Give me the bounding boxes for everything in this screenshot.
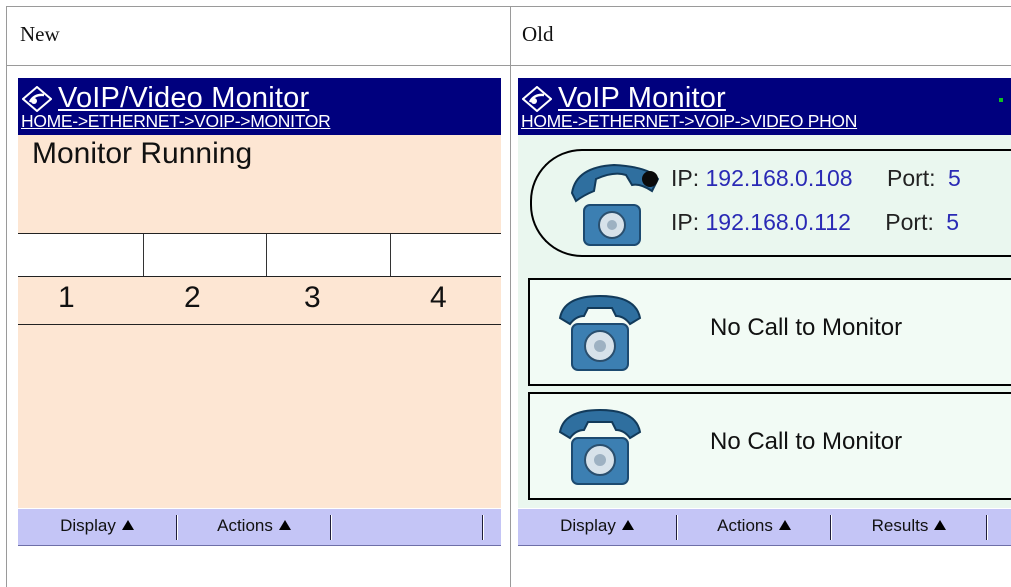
actions-menu-label: Actions [217,516,273,535]
display-menu-label: Display [60,516,116,535]
call-endpoint-2: IP: 192.168.0.112 Port: 5 [671,209,959,236]
actions-menu-label: Actions [717,516,773,535]
ip-label: IP: [671,209,700,235]
active-call-panel[interactable]: IP: 192.168.0.108 Port: 5 IP: 192.168.0.… [530,149,1011,257]
up-triangle-icon [621,520,634,530]
call-endpoint-1: IP: 192.168.0.108 Port: 5 [671,165,961,192]
menu-separator [176,515,177,540]
up-triangle-icon [934,520,947,530]
menu-separator [676,515,677,540]
channel-numbers: 1 2 3 4 [18,281,501,325]
channel-1-label: 1 [58,281,75,314]
phone-icon [558,294,642,371]
breadcrumb[interactable]: HOME->ETHERNET->VOIP->MONITOR [21,111,331,132]
monitor-status: Monitor Running [32,137,253,170]
table-border-top [6,6,1011,7]
up-triangle-icon [121,520,134,530]
title-bar: VoIP/Video Monitor HOME->ETHERNET->VOIP-… [18,78,501,135]
breadcrumb[interactable]: HOME->ETHERNET->VOIP->VIDEO PHON [521,111,857,132]
no-call-message: No Call to Monitor [710,428,903,455]
port-value: 5 [947,165,961,191]
soft-menu-bar: Display Actions Results [518,508,1011,546]
actions-menu-button[interactable]: Actions [178,509,330,545]
menu-separator [830,515,831,540]
channel-3-label: 3 [304,281,321,314]
port-label: Port: [887,165,936,191]
ip-label: IP: [671,165,700,191]
no-call-message: No Call to Monitor [710,314,903,341]
phone-icon [558,408,642,485]
ip-value: 192.168.0.108 [705,165,853,191]
title-bar: VoIP Monitor HOME->ETHERNET->VOIP->VIDEO… [518,78,1011,135]
empty-menu-slot[interactable] [332,509,482,545]
header-old: Old [522,22,554,46]
up-triangle-icon [278,520,291,530]
table-column-divider [510,6,511,587]
channel-2-label: 2 [184,281,201,314]
port-value: 5 [946,209,960,235]
display-menu-label: Display [560,516,616,535]
results-menu-label: Results [871,516,929,535]
menu-separator [482,515,483,540]
channel-divider-line [18,324,501,325]
phone-icon [570,163,660,246]
logo-icon [522,86,552,112]
ip-value: 192.168.0.112 [705,209,851,235]
results-menu-button[interactable]: Results [832,509,986,545]
call-panel-2[interactable]: No Call to Monitor [528,278,1011,386]
menu-separator [986,515,987,540]
actions-menu-button[interactable]: Actions [678,509,830,545]
channel-meter-strip [18,233,501,277]
call-panel-3[interactable]: No Call to Monitor [528,392,1011,500]
channel-cell-divider [390,234,391,276]
port-label: Port: [885,209,934,235]
monitor-body: IP: 192.168.0.108 Port: 5 IP: 192.168.0.… [518,135,1011,510]
table-row-divider [6,65,1011,66]
old-device-screen: VoIP Monitor HOME->ETHERNET->VOIP->VIDEO… [518,78,1011,546]
display-menu-button[interactable]: Display [18,509,176,545]
display-menu-button[interactable]: Display [518,509,676,545]
table-border-left [6,6,7,587]
soft-menu-bar: Display Actions [18,508,501,546]
channel-cell-divider [143,234,144,276]
header-new: New [20,22,60,46]
status-indicator [999,98,1003,102]
up-triangle-icon [778,520,791,530]
menu-separator [330,515,331,540]
channel-cell-divider [266,234,267,276]
logo-icon [22,86,52,112]
channel-4-label: 4 [430,281,447,314]
new-device-screen: VoIP/Video Monitor HOME->ETHERNET->VOIP-… [18,78,501,546]
